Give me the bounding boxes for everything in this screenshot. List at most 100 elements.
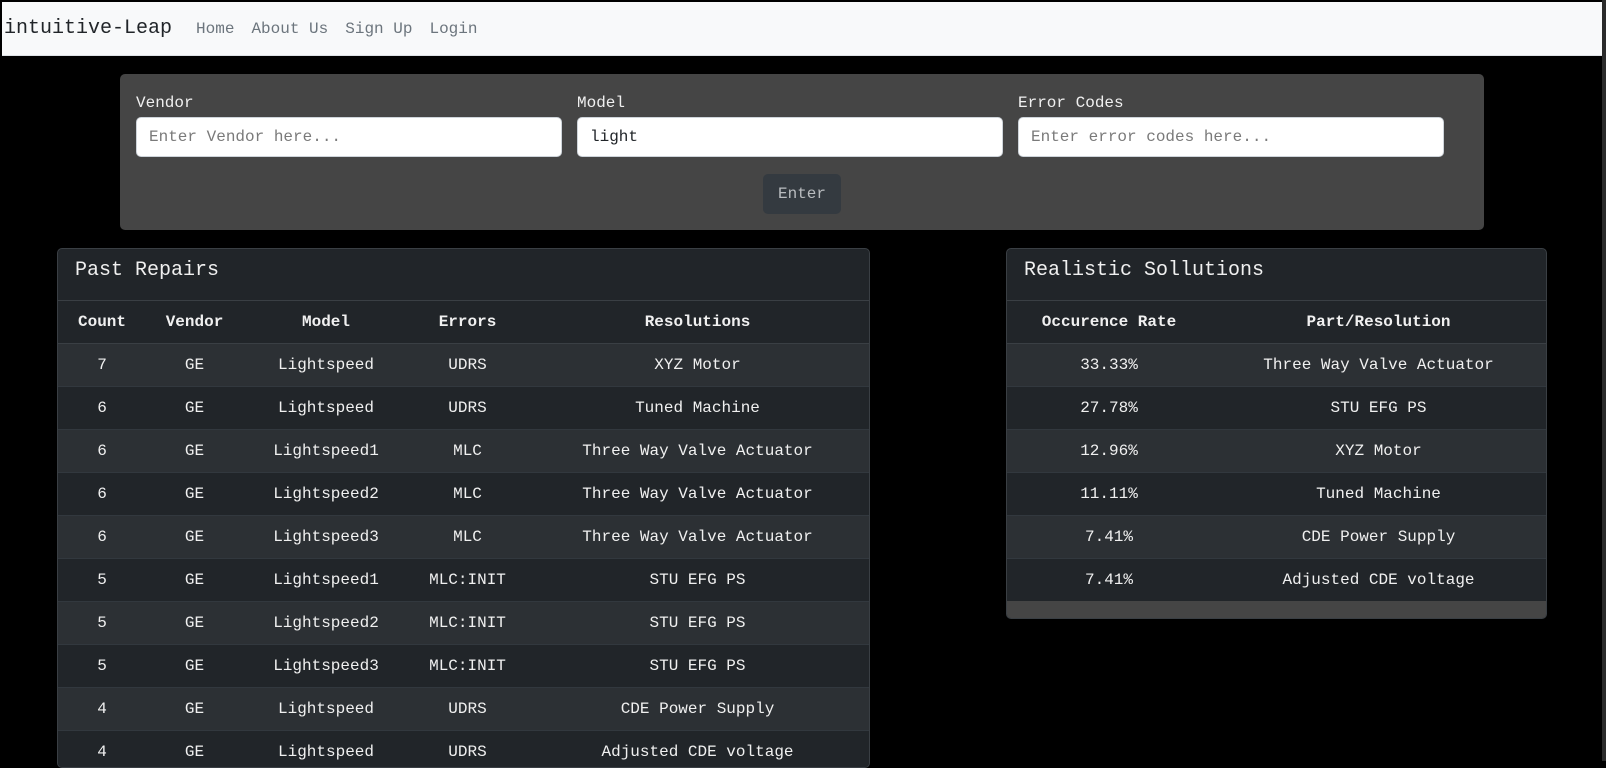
- cell-vendor: GE: [146, 688, 243, 731]
- cell-count: 6: [58, 387, 146, 430]
- cell-count: 5: [58, 559, 146, 602]
- cell-errors: UDRS: [409, 387, 526, 430]
- cell-vendor: GE: [146, 516, 243, 559]
- table-row: 7.41% CDE Power Supply: [1007, 516, 1546, 559]
- cell-vendor: GE: [146, 645, 243, 688]
- cell-model: Lightspeed: [243, 731, 409, 768]
- enter-button[interactable]: Enter: [763, 174, 841, 214]
- realistic-solutions-card: Realistic Sollutions Occurence Rate Part…: [1006, 248, 1547, 619]
- column-header-resolutions: Resolutions: [526, 301, 869, 344]
- search-panel: Vendor Model Error Codes Enter: [120, 74, 1484, 230]
- cell-resolution: XYZ Motor: [526, 344, 869, 387]
- cell-part-resolution: Adjusted CDE voltage: [1211, 559, 1546, 602]
- nav-link-about-us[interactable]: About Us: [251, 20, 328, 38]
- past-repairs-table: Count Vendor Model Errors Resolutions 7 …: [58, 301, 869, 768]
- table-row: 27.78% STU EFG PS: [1007, 387, 1546, 430]
- cell-count: 5: [58, 645, 146, 688]
- cell-errors: UDRS: [409, 344, 526, 387]
- table-row: 6 GE Lightspeed1 MLC Three Way Valve Act…: [58, 430, 869, 473]
- nav-link-login[interactable]: Login: [429, 20, 477, 38]
- cell-vendor: GE: [146, 473, 243, 516]
- cell-part-resolution: XYZ Motor: [1211, 430, 1546, 473]
- cell-occurence-rate: 11.11%: [1007, 473, 1211, 516]
- cell-model: Lightspeed2: [243, 473, 409, 516]
- table-row: 7.41% Adjusted CDE voltage: [1007, 559, 1546, 602]
- cell-count: 4: [58, 688, 146, 731]
- solutions-card-footer: [1007, 601, 1546, 619]
- cell-errors: UDRS: [409, 731, 526, 768]
- cell-resolution: Adjusted CDE voltage: [526, 731, 869, 768]
- past-repairs-title: Past Repairs: [58, 249, 869, 301]
- cell-vendor: GE: [146, 430, 243, 473]
- cell-occurence-rate: 12.96%: [1007, 430, 1211, 473]
- cell-model: Lightspeed1: [243, 559, 409, 602]
- table-row: 7 GE Lightspeed UDRS XYZ Motor: [58, 344, 869, 387]
- cell-resolution: Three Way Valve Actuator: [526, 430, 869, 473]
- cell-part-resolution: STU EFG PS: [1211, 387, 1546, 430]
- table-header-row: Count Vendor Model Errors Resolutions: [58, 301, 869, 344]
- cell-errors: MLC: [409, 430, 526, 473]
- past-repairs-card: Past Repairs Count Vendor Model Errors R…: [57, 248, 870, 768]
- cell-errors: MLC: [409, 473, 526, 516]
- column-header-errors: Errors: [409, 301, 526, 344]
- table-header-row: Occurence Rate Part/Resolution: [1007, 301, 1546, 344]
- cell-vendor: GE: [146, 344, 243, 387]
- cell-vendor: GE: [146, 559, 243, 602]
- cell-count: 4: [58, 731, 146, 768]
- column-header-part-resolution: Part/Resolution: [1211, 301, 1546, 344]
- realistic-solutions-title: Realistic Sollutions: [1007, 249, 1546, 301]
- cell-resolution: Tuned Machine: [526, 387, 869, 430]
- cell-vendor: GE: [146, 387, 243, 430]
- cell-resolution: STU EFG PS: [526, 559, 869, 602]
- error-codes-input[interactable]: [1018, 117, 1444, 157]
- cell-model: Lightspeed2: [243, 602, 409, 645]
- table-row: 12.96% XYZ Motor: [1007, 430, 1546, 473]
- cell-occurence-rate: 7.41%: [1007, 559, 1211, 602]
- cell-resolution: CDE Power Supply: [526, 688, 869, 731]
- nav-link-sign-up[interactable]: Sign Up: [345, 20, 412, 38]
- cell-occurence-rate: 33.33%: [1007, 344, 1211, 387]
- nav-link-home[interactable]: Home: [196, 20, 234, 38]
- model-label: Model: [577, 94, 625, 112]
- vendor-label: Vendor: [136, 94, 194, 112]
- cell-model: Lightspeed: [243, 688, 409, 731]
- table-row: 4 GE Lightspeed UDRS CDE Power Supply: [58, 688, 869, 731]
- cell-resolution: STU EFG PS: [526, 645, 869, 688]
- cell-resolution: STU EFG PS: [526, 602, 869, 645]
- cell-count: 6: [58, 516, 146, 559]
- table-row: 33.33% Three Way Valve Actuator: [1007, 344, 1546, 387]
- table-row: 11.11% Tuned Machine: [1007, 473, 1546, 516]
- column-header-model: Model: [243, 301, 409, 344]
- cell-model: Lightspeed3: [243, 516, 409, 559]
- vendor-input[interactable]: [136, 117, 562, 157]
- table-row: 6 GE Lightspeed3 MLC Three Way Valve Act…: [58, 516, 869, 559]
- table-row: 5 GE Lightspeed1 MLC:INIT STU EFG PS: [58, 559, 869, 602]
- cell-errors: MLC: [409, 516, 526, 559]
- cell-occurence-rate: 7.41%: [1007, 516, 1211, 559]
- cell-count: 7: [58, 344, 146, 387]
- table-row: 6 GE Lightspeed2 MLC Three Way Valve Act…: [58, 473, 869, 516]
- cell-count: 6: [58, 430, 146, 473]
- model-input[interactable]: [577, 117, 1003, 157]
- cell-vendor: GE: [146, 731, 243, 768]
- cell-errors: UDRS: [409, 688, 526, 731]
- cell-part-resolution: Three Way Valve Actuator: [1211, 344, 1546, 387]
- column-header-vendor: Vendor: [146, 301, 243, 344]
- top-navbar: intuitive-Leap Home About Us Sign Up Log…: [2, 2, 1604, 56]
- cell-count: 6: [58, 473, 146, 516]
- cell-resolution: Three Way Valve Actuator: [526, 516, 869, 559]
- table-row: 4 GE Lightspeed UDRS Adjusted CDE voltag…: [58, 731, 869, 768]
- cell-model: Lightspeed: [243, 387, 409, 430]
- cell-count: 5: [58, 602, 146, 645]
- cell-part-resolution: CDE Power Supply: [1211, 516, 1546, 559]
- realistic-solutions-table: Occurence Rate Part/Resolution 33.33% Th…: [1007, 301, 1546, 601]
- table-row: 6 GE Lightspeed UDRS Tuned Machine: [58, 387, 869, 430]
- table-row: 5 GE Lightspeed2 MLC:INIT STU EFG PS: [58, 602, 869, 645]
- cell-model: Lightspeed1: [243, 430, 409, 473]
- cell-errors: MLC:INIT: [409, 559, 526, 602]
- brand-logo[interactable]: intuitive-Leap: [4, 17, 172, 40]
- error-codes-label: Error Codes: [1018, 94, 1124, 112]
- cell-occurence-rate: 27.78%: [1007, 387, 1211, 430]
- column-header-count: Count: [58, 301, 146, 344]
- cell-resolution: Three Way Valve Actuator: [526, 473, 869, 516]
